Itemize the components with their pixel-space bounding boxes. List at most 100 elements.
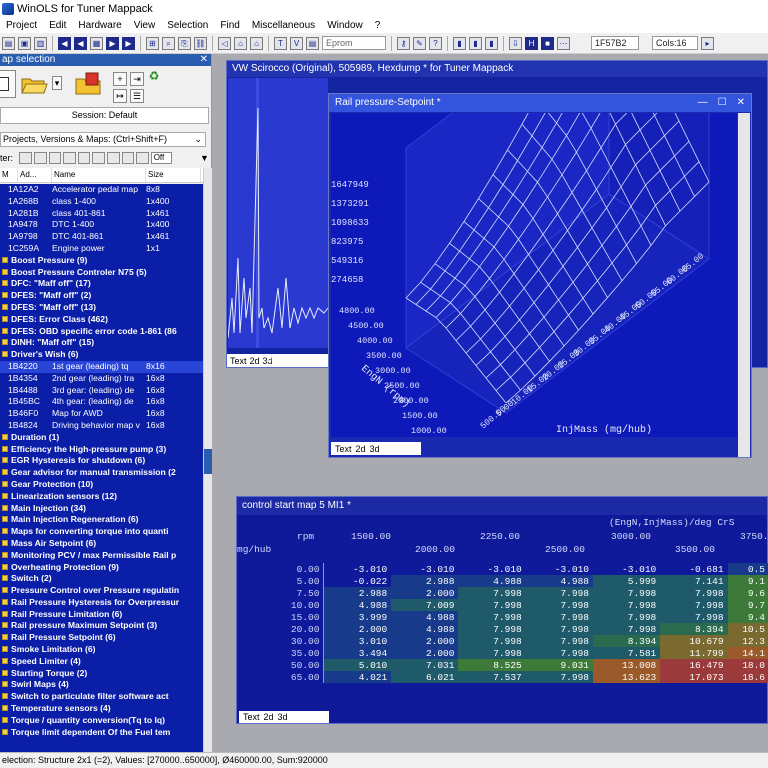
more-icon[interactable]: ▸ — [701, 36, 714, 50]
table-cell[interactable]: 8.394 — [593, 635, 661, 647]
table-cell[interactable]: 7.998 — [593, 623, 661, 635]
table-cell[interactable]: 7.998 — [525, 599, 593, 611]
folder-item[interactable]: Swirl Maps (4) — [0, 679, 203, 691]
table-row[interactable]: 7.50 2.988 2.000 7.998 7.998 7.998 7.998 9.6 — [237, 587, 768, 599]
table-row[interactable]: 20.00 2.000 4.988 7.998 7.998 7.998 8.394 10.5 — [237, 623, 768, 635]
table-cell[interactable]: 2.000 — [323, 623, 392, 635]
folder-item[interactable]: Switch (2) — [0, 573, 203, 585]
folder-item[interactable]: Driver's Wish (6) — [0, 349, 203, 361]
folder-item[interactable]: Torque / quantity conversion(Tq to Iq) — [0, 715, 203, 727]
tab-3d[interactable]: 3d — [278, 712, 288, 722]
table-cell[interactable]: 4.988 — [525, 575, 593, 587]
folder-item[interactable]: EGR Hysteresis for shutdown (6) — [0, 455, 203, 467]
table-cell[interactable]: 7.998 — [525, 611, 593, 623]
table-cell[interactable]: 3.494 — [323, 647, 392, 659]
table-cell[interactable]: 7.537 — [458, 671, 526, 683]
table-cell[interactable]: 17.073 — [660, 671, 728, 683]
tab-2d[interactable]: 2d — [250, 356, 260, 366]
table-cell[interactable]: 2.000 — [391, 647, 459, 659]
table-cell[interactable]: 13.623 — [593, 671, 661, 683]
table-cell[interactable]: 16.479 — [660, 659, 728, 671]
table-cell[interactable]: -3.010 — [458, 563, 526, 575]
map-item[interactable]: 1B4824 Driving behavior map v 16x8 — [0, 420, 203, 432]
table-cell[interactable]: 0.5 — [727, 563, 768, 575]
chart2-icon[interactable]: ▮ — [469, 36, 482, 50]
tab-text[interactable]: Text — [335, 444, 352, 454]
control-map-window[interactable]: control start map 5 MI1 * (EngN,InjMass)… — [236, 496, 768, 724]
table-cell[interactable]: 7.998 — [458, 635, 526, 647]
folder-item[interactable]: Maps for converting torque into quanti — [0, 526, 203, 538]
table-cell[interactable]: 7.009 — [391, 599, 459, 611]
table-cell[interactable]: -3.010 — [323, 563, 392, 575]
table-row[interactable]: 65.00 4.021 6.021 7.537 7.998 13.623 17.073 18.… — [237, 671, 768, 683]
close-icon[interactable]: ✕ — [737, 94, 745, 112]
project-selector[interactable]: Projects, Versions & Maps: (Ctrl+Shift+F… — [0, 132, 206, 147]
link-icon[interactable]: ⛓ — [194, 36, 207, 50]
folder-item[interactable]: Speed Limiter (4) — [0, 656, 203, 668]
table-cell[interactable]: 7.998 — [458, 647, 526, 659]
folder-item[interactable]: Temperature sensors (4) — [0, 703, 203, 715]
map-item[interactable]: 1A281B class 401-861 1x461 — [0, 208, 203, 220]
edit-icon[interactable]: ✎ — [413, 36, 426, 50]
table-cell[interactable]: 8.394 — [660, 623, 728, 635]
save-icon[interactable]: ▣ — [18, 36, 31, 50]
folder-item[interactable]: DFES: Error Class (462) — [0, 314, 203, 326]
table-cell[interactable]: 4.988 — [391, 611, 459, 623]
table-row[interactable]: 30.00 3.010 2.000 7.998 7.998 8.394 10.679 12.3 — [237, 635, 768, 647]
menu-window[interactable]: Window — [321, 20, 369, 31]
folder-item[interactable]: Pressure Control over Pressure regulatin — [0, 585, 203, 597]
new-project-button[interactable] — [0, 70, 16, 98]
map-item[interactable]: 1B4220 1st gear (leading) tq 8x16 — [0, 360, 203, 373]
folder-item[interactable]: Main Injection Regeneration (6) — [0, 514, 203, 526]
col-m[interactable]: M — [0, 168, 18, 182]
help-icon[interactable]: ? — [429, 36, 442, 50]
map-item[interactable]: 1C259A Engine power 1x1 — [0, 243, 203, 255]
table-cell[interactable]: 2.988 — [323, 587, 392, 599]
grid-icon[interactable]: ▦ — [90, 36, 103, 50]
filter-k-icon[interactable] — [106, 152, 120, 164]
map-item[interactable]: 1A9478 DTC 1-400 1x400 — [0, 219, 203, 231]
import-folder-button[interactable] — [74, 70, 102, 98]
filter-x-icon[interactable] — [136, 152, 149, 164]
folder-item[interactable]: Main Injection (34) — [0, 503, 203, 515]
menu-project[interactable]: Project — [0, 20, 43, 31]
menu-help[interactable]: ? — [369, 20, 387, 31]
copy-icon[interactable]: ⎘ — [178, 36, 191, 50]
export-icon[interactable]: ⇥ — [130, 72, 144, 86]
filter-3d-icon[interactable] — [63, 152, 76, 164]
table-cell[interactable]: 7.998 — [593, 611, 661, 623]
folder-item[interactable]: DFES: "Maff off" (13) — [0, 302, 203, 314]
table-cell[interactable]: 6.021 — [391, 671, 459, 683]
folder-item[interactable]: Overheating Protection (9) — [0, 562, 203, 574]
filter-grid-icon[interactable] — [92, 152, 105, 164]
tab-text[interactable]: Text — [243, 712, 260, 722]
tab-3d[interactable]: 3d — [370, 444, 380, 454]
table-cell[interactable]: 9.031 — [525, 659, 593, 671]
table-cell[interactable]: 12.3 — [727, 635, 768, 647]
search-map-icon[interactable]: ⌕ — [162, 36, 175, 50]
folder-item[interactable]: Monitoring PCV / max Permissible Rail p — [0, 550, 203, 562]
table-cell[interactable]: -0.022 — [323, 575, 392, 587]
panel-collapse-handle[interactable] — [204, 449, 212, 474]
folder-item[interactable]: Rail Pressure Hysteresis for Overpressur — [0, 597, 203, 609]
table-cell[interactable]: 4.988 — [391, 623, 459, 635]
text-icon[interactable]: T — [274, 36, 287, 50]
menu-edit[interactable]: Edit — [43, 20, 72, 31]
folder-item[interactable]: Torque limit dependent Of the Fuel tem — [0, 727, 203, 739]
tab-2d[interactable]: 2d — [264, 712, 274, 722]
table-cell[interactable]: 7.998 — [458, 623, 526, 635]
folder-item[interactable]: Smoke Limitation (6) — [0, 644, 203, 656]
table-cell[interactable]: 7.998 — [525, 587, 593, 599]
table-cell[interactable]: 7.998 — [660, 587, 728, 599]
menu-selection[interactable]: Selection — [161, 20, 214, 31]
folder-item[interactable]: Switch to particulate filter software ac… — [0, 691, 203, 703]
col-size[interactable]: Size — [146, 168, 201, 182]
table-cell[interactable]: 7.998 — [525, 647, 593, 659]
table-row[interactable]: 35.00 3.494 2.000 7.998 7.998 7.581 11.799 14.1 — [237, 647, 768, 659]
maximize-icon[interactable]: ☐ — [718, 94, 727, 112]
folder-item[interactable]: Rail Pressure Setpoint (6) — [0, 632, 203, 644]
print-icon[interactable]: ▥ — [34, 36, 47, 50]
session-button[interactable]: Session: Default — [0, 107, 209, 124]
table-cell[interactable]: 7.031 — [391, 659, 459, 671]
folder-item[interactable]: Rail Pressure Limitation (6) — [0, 609, 203, 621]
